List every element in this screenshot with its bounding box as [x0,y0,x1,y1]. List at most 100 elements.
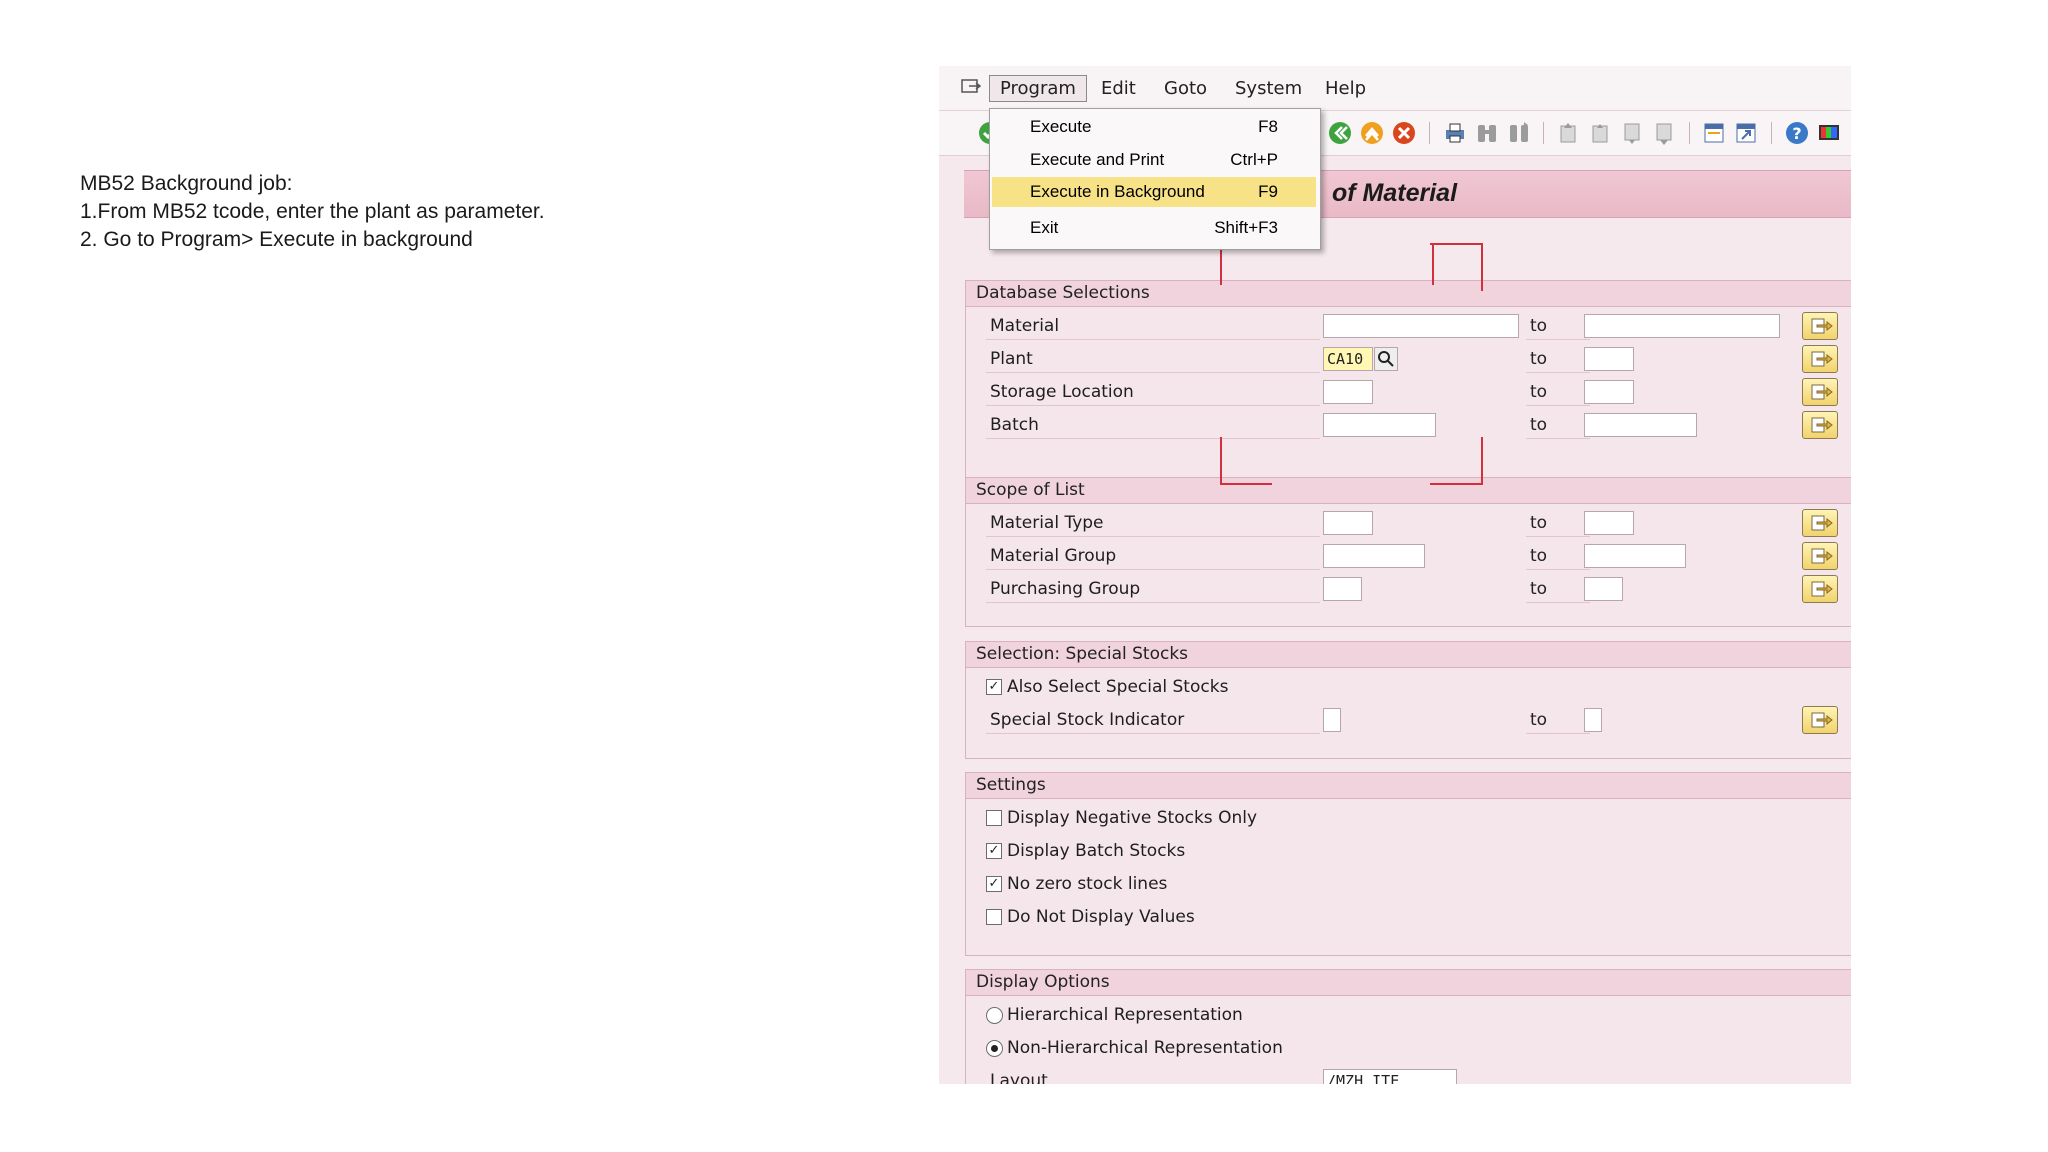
radio-label: Hierarchical Representation [1007,1005,1243,1025]
next-page-icon[interactable] [1619,120,1645,146]
group-display-options: Display Options Hierarchical Representat… [965,969,1851,1084]
multiple-selection-button[interactable] [1802,575,1838,603]
program-dropdown-menu: Execute F8 Execute and Print Ctrl+P Exec… [989,108,1321,250]
toolbar-separator [1429,122,1430,144]
storage-location-from-input[interactable] [1323,380,1373,404]
arrow-right-icon [1811,515,1833,531]
checkbox-label: Display Batch Stocks [1007,841,1186,861]
previous-page-icon[interactable] [1587,120,1613,146]
to-label: to [1526,708,1590,734]
arrow-right-icon [1811,548,1833,564]
menu-item-execute-in-background[interactable]: Execute in Background F9 [992,177,1316,207]
find-icon[interactable] [1474,120,1500,146]
display-batch-stocks-option[interactable]: ✓ Display Batch Stocks [986,839,1586,865]
back-icon[interactable] [1327,120,1353,146]
multiple-selection-button[interactable] [1802,378,1838,406]
to-label: to [1526,577,1590,603]
hierarchical-representation-option[interactable]: Hierarchical Representation [986,1003,1586,1029]
also-select-special-stocks-option[interactable]: ✓ Also Select Special Stocks [986,675,1586,701]
multiple-selection-button[interactable] [1802,706,1838,734]
field-label: Special Stock Indicator [986,708,1320,734]
menu-item-shortcut: F9 [1258,182,1278,201]
material-to-input[interactable] [1584,314,1780,338]
note-line-2: 1.From MB52 tcode, enter the plant as pa… [80,200,545,223]
last-page-icon[interactable] [1651,120,1677,146]
first-page-icon[interactable] [1555,120,1581,146]
also-select-special-stocks-checkbox[interactable]: ✓ [986,679,1002,695]
menu-item-execute-and-print[interactable]: Execute and Print Ctrl+P [992,145,1316,175]
highlight-bracket [1481,437,1483,485]
to-label: to [1526,314,1590,340]
display-negative-stocks-checkbox[interactable] [986,810,1002,826]
purchasing-group-to-input[interactable] [1584,577,1623,601]
group-scope-of-list: Scope of List Material Type to Material … [965,477,1851,627]
menu-item-execute[interactable]: Execute F8 [992,112,1316,142]
checkbox-label: Do Not Display Values [1007,907,1195,927]
find-next-icon[interactable] [1506,120,1532,146]
menu-item-label: Execute in Background [1030,182,1205,201]
material-from-input[interactable] [1323,314,1519,338]
group-header: Database Selections [966,281,1851,307]
menu-system[interactable]: System [1235,78,1302,99]
system-menu-icon[interactable] [961,79,981,95]
help-icon[interactable]: ? [1784,120,1810,146]
arrow-right-icon [1811,351,1833,367]
display-negative-stocks-option[interactable]: Display Negative Stocks Only [986,806,1586,832]
layout-input[interactable]: /MZH_ITE [1323,1069,1457,1084]
menu-item-label: Execute and Print [1030,150,1165,169]
batch-to-input[interactable] [1584,413,1697,437]
material-group-to-input[interactable] [1584,544,1686,568]
non-hierarchical-representation-option[interactable]: Non-Hierarchical Representation [986,1036,1586,1062]
search-help-button[interactable] [1374,347,1398,371]
multiple-selection-button[interactable] [1802,509,1838,537]
highlight-bracket [1430,243,1483,245]
exit-icon[interactable] [1359,120,1385,146]
hierarchical-radio[interactable] [986,1007,1003,1024]
cancel-icon[interactable] [1391,120,1417,146]
material-type-from-input[interactable] [1323,511,1373,535]
menu-program[interactable]: Program [989,75,1087,102]
customize-layout-icon[interactable] [1816,120,1842,146]
note-line-1: MB52 Background job: [80,172,293,195]
page-title: of Material [1332,179,1458,207]
material-type-to-input[interactable] [1584,511,1634,535]
non-hierarchical-radio[interactable] [986,1040,1003,1057]
do-not-display-values-option[interactable]: Do Not Display Values [986,905,1586,931]
batch-from-input[interactable] [1323,413,1436,437]
menu-bar: Program Edit Goto System Help [939,66,1851,111]
menu-item-shortcut: Ctrl+P [1230,150,1278,169]
storage-location-to-input[interactable] [1584,380,1634,404]
create-session-icon[interactable] [1701,120,1727,146]
material-group-from-input[interactable] [1323,544,1425,568]
special-stock-indicator-from-input[interactable] [1323,708,1341,732]
no-zero-stock-lines-option[interactable]: ✓ No zero stock lines [986,872,1586,898]
group-settings: Settings Display Negative Stocks Only ✓ … [965,772,1851,956]
plant-from-input[interactable]: CA10 [1323,347,1373,371]
shortcut-icon[interactable] [1733,120,1759,146]
toolbar-separator [1771,122,1772,144]
checkbox-label: No zero stock lines [1007,874,1168,894]
no-zero-stock-lines-checkbox[interactable]: ✓ [986,876,1002,892]
menu-edit[interactable]: Edit [1101,78,1136,99]
purchasing-group-from-input[interactable] [1323,577,1362,601]
menu-item-exit[interactable]: Exit Shift+F3 [992,213,1316,243]
special-stock-indicator-to-input[interactable] [1584,708,1602,732]
multiple-selection-button[interactable] [1802,312,1838,340]
radio-label: Non-Hierarchical Representation [1007,1038,1283,1058]
menu-goto[interactable]: Goto [1164,78,1207,99]
to-label: to [1526,511,1590,537]
group-special-stocks: Selection: Special Stocks ✓ Also Select … [965,641,1851,759]
to-label: to [1526,347,1590,373]
menu-help[interactable]: Help [1325,78,1366,99]
plant-to-input[interactable] [1584,347,1634,371]
to-label: to [1526,413,1590,439]
print-icon[interactable] [1442,120,1468,146]
multiple-selection-button[interactable] [1802,411,1838,439]
multiple-selection-button[interactable] [1802,542,1838,570]
do-not-display-values-checkbox[interactable] [986,909,1002,925]
display-batch-stocks-checkbox[interactable]: ✓ [986,843,1002,859]
menu-item-shortcut: F8 [1258,117,1278,136]
arrow-right-icon [1811,318,1833,334]
arrow-right-icon [1811,384,1833,400]
multiple-selection-button[interactable] [1802,345,1838,373]
